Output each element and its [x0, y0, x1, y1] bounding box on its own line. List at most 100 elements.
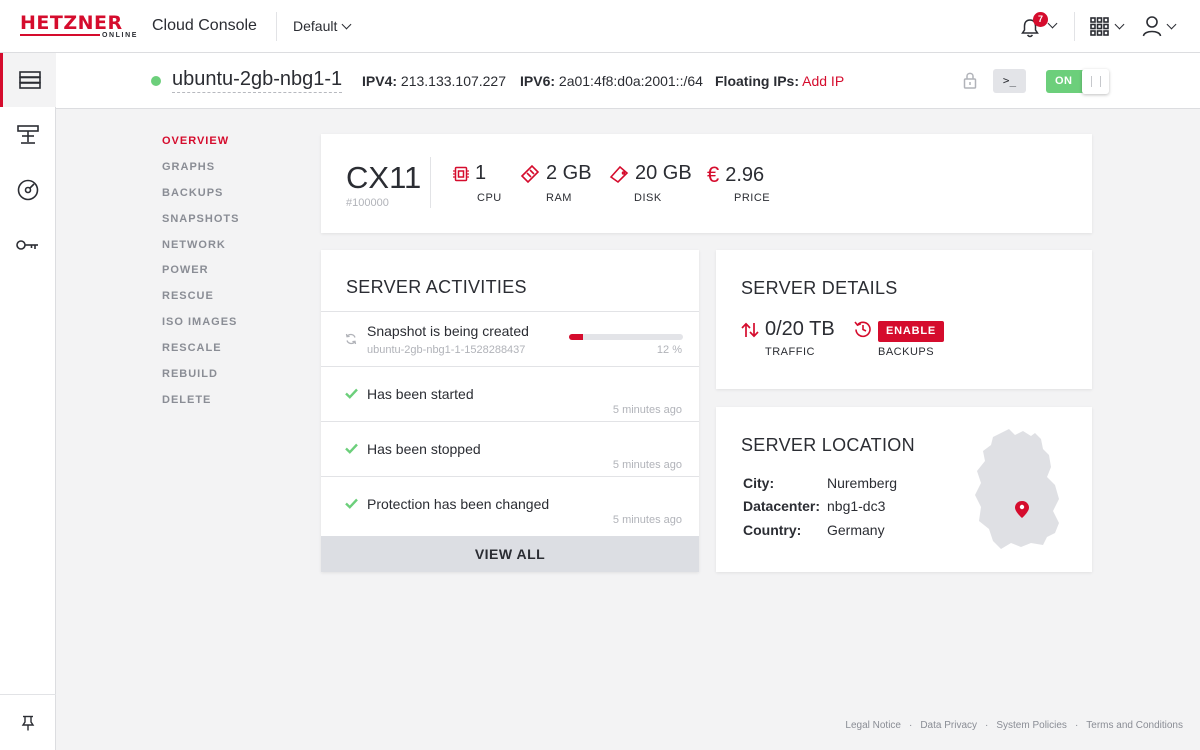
load-balancer-icon: [17, 125, 39, 144]
user-menu-button[interactable]: [1142, 15, 1177, 37]
servers-icon: [18, 71, 41, 89]
hetzner-logo[interactable]: HETZNER ONLINE: [20, 13, 140, 41]
power-toggle-label: ON: [1055, 75, 1073, 87]
add-ip-link[interactable]: Add IP: [802, 73, 844, 89]
details-title: SERVER DETAILS: [741, 278, 898, 298]
nav-overview[interactable]: OVERVIEW: [162, 134, 239, 160]
floating-ips-info: Floating IPs: Add IP: [715, 73, 844, 89]
server-id: #100000: [346, 197, 389, 209]
backup-history-icon: [854, 321, 871, 338]
spec-ram: 2 GB RAM: [520, 162, 592, 204]
price-label: PRICE: [734, 192, 771, 204]
toggle-knob: [1082, 69, 1109, 94]
nav-graphs[interactable]: GRAPHS: [162, 160, 239, 186]
footer-links: Legal Notice · Data Privacy · System Pol…: [845, 720, 1183, 731]
pin-sidebar-button[interactable]: [0, 694, 56, 750]
nav-iso-images[interactable]: ISO IMAGES: [162, 315, 239, 341]
activity-row: Has been stopped 5 minutes ago: [321, 421, 699, 476]
server-activities-card: SERVER ACTIVITIES Snapshot is being crea…: [321, 250, 699, 572]
datacenter-label: Datacenter:: [743, 498, 821, 514]
logo-wordmark: HETZNER: [20, 12, 123, 34]
cpu-value: 1: [475, 162, 487, 184]
activity-subtext: ubuntu-2gb-nbg1-1-1528288437: [367, 344, 526, 356]
notifications-button[interactable]: 7: [1019, 12, 1059, 39]
server-name[interactable]: ubuntu-2gb-nbg1-1: [172, 68, 343, 93]
nav-power[interactable]: POWER: [162, 263, 239, 289]
activity-time: 5 minutes ago: [612, 514, 682, 526]
ipv6-value[interactable]: 2a01:4f8:d0a:2001::/64: [559, 73, 703, 89]
enable-backups-button[interactable]: ENABLE: [878, 321, 945, 342]
traffic-label: TRAFFIC: [765, 346, 815, 358]
activity-text: Has been stopped: [367, 441, 481, 457]
nav-backups[interactable]: BACKUPS: [162, 186, 239, 212]
left-rail: [0, 53, 56, 750]
activities-title: SERVER ACTIVITIES: [346, 277, 527, 297]
datacenter-row: Datacenter: nbg1-dc3: [743, 498, 885, 514]
chevron-down-icon: [1166, 19, 1177, 29]
server-details-card: SERVER DETAILS 0/20 TB TRAFFIC ENABLE BA…: [716, 250, 1092, 389]
console-button[interactable]: >_: [993, 69, 1026, 93]
activity-row: Has been started 5 minutes ago: [321, 366, 699, 421]
nav-rebuild[interactable]: REBUILD: [162, 367, 239, 393]
country-row: Country: Germany: [743, 522, 885, 538]
legal-notice-link[interactable]: Legal Notice: [845, 720, 901, 731]
view-all-button[interactable]: VIEW ALL: [321, 536, 699, 572]
nav-network[interactable]: NETWORK: [162, 238, 239, 264]
server-spec-card: CX11 #100000 1 CPU 2 GB RAM 20 GB DISK €…: [321, 134, 1092, 233]
apps-menu-button[interactable]: [1090, 17, 1125, 36]
ipv4-value[interactable]: 213.133.107.227: [401, 73, 506, 89]
disk-value: 20 GB: [635, 162, 692, 184]
chevron-down-icon: [341, 19, 352, 29]
traffic-icon: [741, 322, 759, 338]
nav-delete[interactable]: DELETE: [162, 393, 239, 419]
system-policies-link[interactable]: System Policies: [996, 720, 1067, 731]
lock-icon: [963, 72, 977, 89]
server-section-nav: OVERVIEW GRAPHS BACKUPS SNAPSHOTS NETWOR…: [162, 134, 239, 419]
rail-item-volumes[interactable]: [0, 163, 56, 217]
rail-item-servers[interactable]: [0, 53, 56, 107]
protection-lock-button[interactable]: [963, 71, 977, 94]
datacenter-value: nbg1-dc3: [827, 498, 886, 514]
terms-link[interactable]: Terms and Conditions: [1086, 720, 1183, 731]
server-location-card: SERVER LOCATION City: Nuremberg Datacente…: [716, 407, 1092, 572]
logo-subtitle: ONLINE: [99, 32, 140, 39]
country-label: Country:: [743, 522, 802, 538]
power-toggle[interactable]: ON: [1046, 69, 1109, 94]
data-privacy-link[interactable]: Data Privacy: [920, 720, 977, 731]
activity-text: Protection has been changed: [367, 496, 550, 512]
country-value: Germany: [827, 522, 885, 538]
server-header: ubuntu-2gb-nbg1-1 IPV4: 213.133.107.227 …: [56, 53, 1200, 109]
header-divider: [1074, 12, 1075, 41]
check-icon: [345, 388, 358, 399]
refresh-icon: [345, 333, 357, 345]
pin-icon: [21, 715, 35, 730]
nav-snapshots[interactable]: SNAPSHOTS: [162, 212, 239, 238]
ipv4-info: IPV4: 213.133.107.227: [362, 73, 506, 89]
rail-item-security[interactable]: [0, 218, 56, 272]
footer-separator: ·: [985, 720, 989, 731]
spec-cpu: 1 CPU: [453, 162, 501, 204]
server-type: CX11: [346, 160, 422, 195]
chevron-down-icon: [1114, 19, 1125, 30]
spec-disk: 20 GB DISK: [609, 162, 692, 204]
traffic-value: 0/20 TB: [765, 318, 835, 340]
nav-rescale[interactable]: RESCALE: [162, 341, 239, 367]
footer-separator: ·: [1074, 720, 1079, 731]
price-value: 2.96: [725, 163, 765, 186]
activity-time: 5 minutes ago: [612, 459, 682, 471]
check-icon: [345, 498, 358, 509]
app-title: Cloud Console: [152, 17, 257, 34]
ram-icon: [520, 164, 540, 183]
germany-map: [975, 429, 1059, 549]
city-label: City:: [743, 475, 775, 491]
rail-item-load-balancers[interactable]: [0, 108, 56, 162]
chevron-down-icon: [1047, 18, 1058, 29]
cpu-label: CPU: [477, 192, 502, 204]
city-value: Nuremberg: [827, 475, 898, 491]
progress-percent: 12 %: [656, 344, 682, 356]
disk-icon: [609, 165, 629, 183]
ram-value: 2 GB: [546, 162, 592, 184]
project-selector[interactable]: Default: [293, 18, 352, 34]
server-status-dot: [151, 76, 161, 86]
nav-rescue[interactable]: RESCUE: [162, 289, 239, 315]
